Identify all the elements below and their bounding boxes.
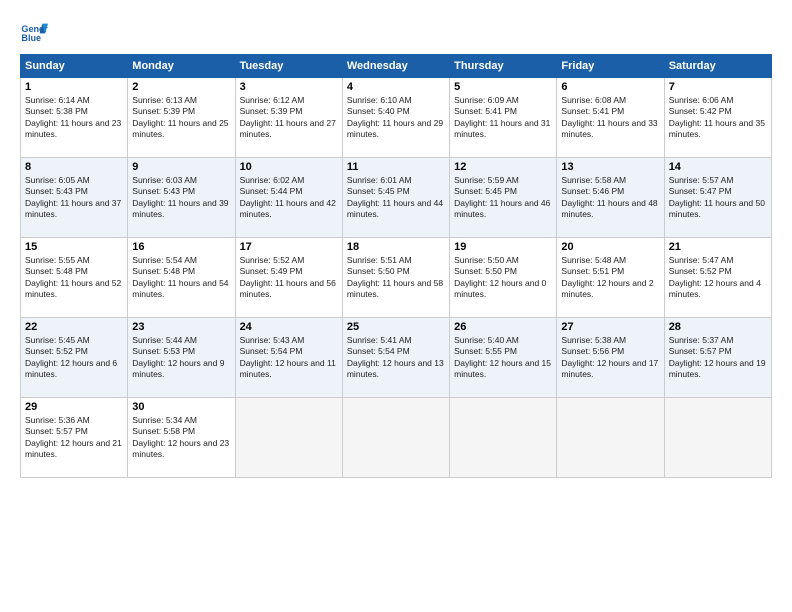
table-row: 3 Sunrise: 6:12 AM Sunset: 5:39 PM Dayli… — [235, 78, 342, 158]
col-wednesday: Wednesday — [342, 55, 449, 78]
col-tuesday: Tuesday — [235, 55, 342, 78]
table-row: 12 Sunrise: 5:59 AM Sunset: 5:45 PM Dayl… — [450, 158, 557, 238]
table-row: 26 Sunrise: 5:40 AM Sunset: 5:55 PM Dayl… — [450, 318, 557, 398]
logo: General Blue — [20, 18, 48, 46]
table-row: 6 Sunrise: 6:08 AM Sunset: 5:41 PM Dayli… — [557, 78, 664, 158]
table-row: 29 Sunrise: 5:36 AM Sunset: 5:57 PM Dayl… — [21, 398, 128, 478]
table-row: 13 Sunrise: 5:58 AM Sunset: 5:46 PM Dayl… — [557, 158, 664, 238]
table-row: 2 Sunrise: 6:13 AM Sunset: 5:39 PM Dayli… — [128, 78, 235, 158]
table-row: 30 Sunrise: 5:34 AM Sunset: 5:58 PM Dayl… — [128, 398, 235, 478]
table-row: 7 Sunrise: 6:06 AM Sunset: 5:42 PM Dayli… — [664, 78, 771, 158]
calendar: Sunday Monday Tuesday Wednesday Thursday… — [20, 54, 772, 478]
table-row: 27 Sunrise: 5:38 AM Sunset: 5:56 PM Dayl… — [557, 318, 664, 398]
table-row: 20 Sunrise: 5:48 AM Sunset: 5:51 PM Dayl… — [557, 238, 664, 318]
col-thursday: Thursday — [450, 55, 557, 78]
table-row: 22 Sunrise: 5:45 AM Sunset: 5:52 PM Dayl… — [21, 318, 128, 398]
page: General Blue Sunday Monday Tuesday Wedne… — [0, 0, 792, 488]
table-row: 23 Sunrise: 5:44 AM Sunset: 5:53 PM Dayl… — [128, 318, 235, 398]
table-row: 10 Sunrise: 6:02 AM Sunset: 5:44 PM Dayl… — [235, 158, 342, 238]
table-row: 4 Sunrise: 6:10 AM Sunset: 5:40 PM Dayli… — [342, 78, 449, 158]
table-row: 5 Sunrise: 6:09 AM Sunset: 5:41 PM Dayli… — [450, 78, 557, 158]
table-row: 25 Sunrise: 5:41 AM Sunset: 5:54 PM Dayl… — [342, 318, 449, 398]
logo-icon: General Blue — [20, 18, 48, 46]
table-row: 21 Sunrise: 5:47 AM Sunset: 5:52 PM Dayl… — [664, 238, 771, 318]
table-row: 14 Sunrise: 5:57 AM Sunset: 5:47 PM Dayl… — [664, 158, 771, 238]
table-row: 15 Sunrise: 5:55 AM Sunset: 5:48 PM Dayl… — [21, 238, 128, 318]
table-row: 16 Sunrise: 5:54 AM Sunset: 5:48 PM Dayl… — [128, 238, 235, 318]
table-row: 24 Sunrise: 5:43 AM Sunset: 5:54 PM Dayl… — [235, 318, 342, 398]
header: General Blue — [20, 18, 772, 46]
table-row: 19 Sunrise: 5:50 AM Sunset: 5:50 PM Dayl… — [450, 238, 557, 318]
col-monday: Monday — [128, 55, 235, 78]
table-row: 18 Sunrise: 5:51 AM Sunset: 5:50 PM Dayl… — [342, 238, 449, 318]
table-row: 8 Sunrise: 6:05 AM Sunset: 5:43 PM Dayli… — [21, 158, 128, 238]
table-row: 28 Sunrise: 5:37 AM Sunset: 5:57 PM Dayl… — [664, 318, 771, 398]
table-row: 9 Sunrise: 6:03 AM Sunset: 5:43 PM Dayli… — [128, 158, 235, 238]
col-friday: Friday — [557, 55, 664, 78]
svg-text:Blue: Blue — [21, 33, 41, 43]
table-row: 1 Sunrise: 6:14 AM Sunset: 5:38 PM Dayli… — [21, 78, 128, 158]
table-row: 11 Sunrise: 6:01 AM Sunset: 5:45 PM Dayl… — [342, 158, 449, 238]
col-saturday: Saturday — [664, 55, 771, 78]
table-row: 17 Sunrise: 5:52 AM Sunset: 5:49 PM Dayl… — [235, 238, 342, 318]
col-sunday: Sunday — [21, 55, 128, 78]
